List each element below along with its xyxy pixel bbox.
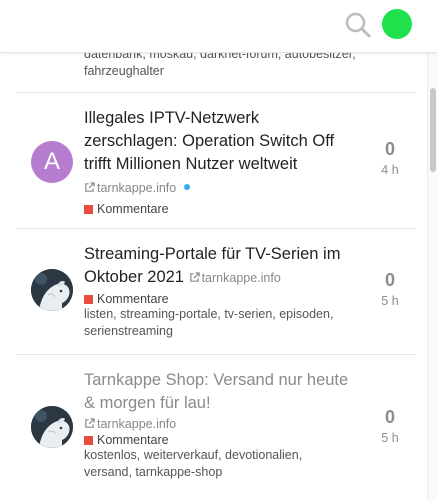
- topic-title-link[interactable]: Tarnkappe Shop: Versand nur heute & morg…: [84, 369, 349, 415]
- divider: [16, 354, 416, 355]
- avatar-image-icon: [31, 269, 73, 311]
- scrollbar-thumb[interactable]: [430, 88, 436, 172]
- external-link-icon: [85, 182, 95, 192]
- site-header: [0, 0, 437, 53]
- category-badge[interactable]: Kommentare: [84, 202, 349, 216]
- avatar-image-icon: [31, 406, 73, 448]
- external-link[interactable]: tarnkappe.info: [84, 181, 176, 195]
- reply-count[interactable]: 0: [370, 138, 410, 160]
- scrollbar[interactable]: [427, 52, 437, 500]
- topic-title-link[interactable]: Illegales IPTV-Netzwerk zerschlagen: Ope…: [84, 107, 349, 200]
- avatar[interactable]: [31, 269, 73, 311]
- activity-time[interactable]: 4 h: [370, 160, 410, 180]
- activity-time[interactable]: 5 h: [370, 428, 410, 448]
- topic-title-link[interactable]: Streaming-Portale für TV-Serien im Oktob…: [84, 243, 349, 290]
- user-avatar[interactable]: [382, 9, 412, 39]
- external-link[interactable]: tarnkappe.info: [84, 417, 349, 431]
- category-color-square: [84, 436, 93, 445]
- external-link-icon: [189, 272, 200, 282]
- divider: [16, 92, 416, 93]
- divider: [16, 228, 416, 229]
- search-icon[interactable]: [344, 11, 372, 39]
- activity-time[interactable]: 5 h: [370, 291, 410, 311]
- external-link-icon: [85, 418, 95, 428]
- category-color-square: [84, 205, 93, 214]
- reply-count[interactable]: 0: [370, 269, 410, 291]
- category-color-square: [84, 295, 93, 304]
- topic-tags[interactable]: listen, streaming-portale, tv-serien, ep…: [84, 306, 349, 340]
- avatar[interactable]: A: [31, 141, 73, 183]
- reply-count[interactable]: 0: [370, 406, 410, 428]
- topic-tags[interactable]: kostenlos, weiterverkauf, devotionalien,…: [84, 447, 349, 481]
- category-badge[interactable]: Kommentare: [84, 292, 349, 306]
- avatar[interactable]: [31, 406, 73, 448]
- unread-dot: [184, 184, 191, 190]
- external-link[interactable]: tarnkappe.info: [189, 271, 281, 285]
- category-badge[interactable]: Kommentare: [84, 433, 349, 447]
